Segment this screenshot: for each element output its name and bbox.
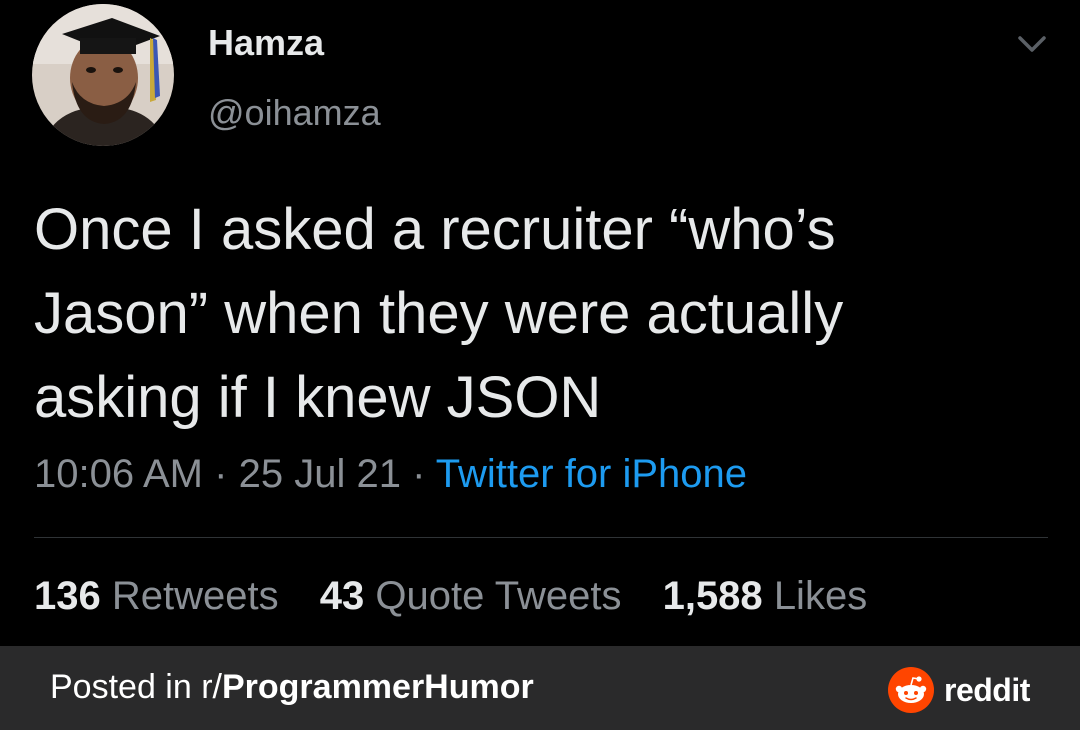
retweets-label: Retweets (111, 574, 279, 618)
retweets-count: 136 (34, 574, 101, 618)
tweet-stats: 136 Retweets 43 Quote Tweets 1,588 Likes (34, 574, 897, 619)
author-avatar[interactable] (32, 4, 174, 146)
retweets-stat[interactable]: 136 Retweets (34, 574, 279, 618)
posted-prefix: Posted in r/ (50, 668, 222, 706)
tweet-text-line: Once I asked a recruiter “who’s (34, 197, 836, 262)
avatar-image (32, 4, 174, 146)
author-handle[interactable]: @oihamza (208, 92, 381, 134)
tweet-text: Once I asked a recruiter “who’s Jason” w… (34, 188, 1044, 440)
quotes-count: 43 (319, 574, 365, 618)
tweet-metadata: 10:06 AM · 25 Jul 21 · Twitter for iPhon… (34, 452, 747, 497)
tweet-text-line: Jason” when they were actually (34, 281, 844, 346)
quotes-label: Quote Tweets (375, 574, 622, 618)
subreddit-link[interactable]: ProgrammerHumor (222, 668, 534, 706)
reddit-footer: Posted in r/ProgrammerHumor reddit (0, 646, 1080, 730)
tweet-date[interactable]: 25 Jul 21 (239, 452, 401, 496)
meta-separator: · (412, 452, 426, 496)
tweet-source-link[interactable]: Twitter for iPhone (436, 452, 747, 496)
reddit-logo-icon (888, 667, 934, 713)
author-name[interactable]: Hamza (208, 22, 324, 64)
tweet-time[interactable]: 10:06 AM (34, 452, 203, 496)
meta-separator: · (214, 452, 228, 496)
reddit-brand[interactable]: reddit (888, 666, 1030, 714)
likes-stat[interactable]: 1,588 Likes (663, 574, 868, 618)
likes-label: Likes (773, 574, 868, 618)
likes-count: 1,588 (662, 574, 763, 618)
chevron-down-icon[interactable] (1014, 30, 1050, 56)
tweet-text-line: asking if I knew JSON (34, 365, 602, 430)
divider (34, 537, 1048, 538)
quote-tweets-stat[interactable]: 43 Quote Tweets (320, 574, 622, 618)
tweet-card: Hamza @oihamza Once I asked a recruiter … (0, 0, 1080, 646)
posted-in-text: Posted in r/ProgrammerHumor (50, 668, 534, 707)
reddit-wordmark: reddit (944, 671, 1030, 708)
